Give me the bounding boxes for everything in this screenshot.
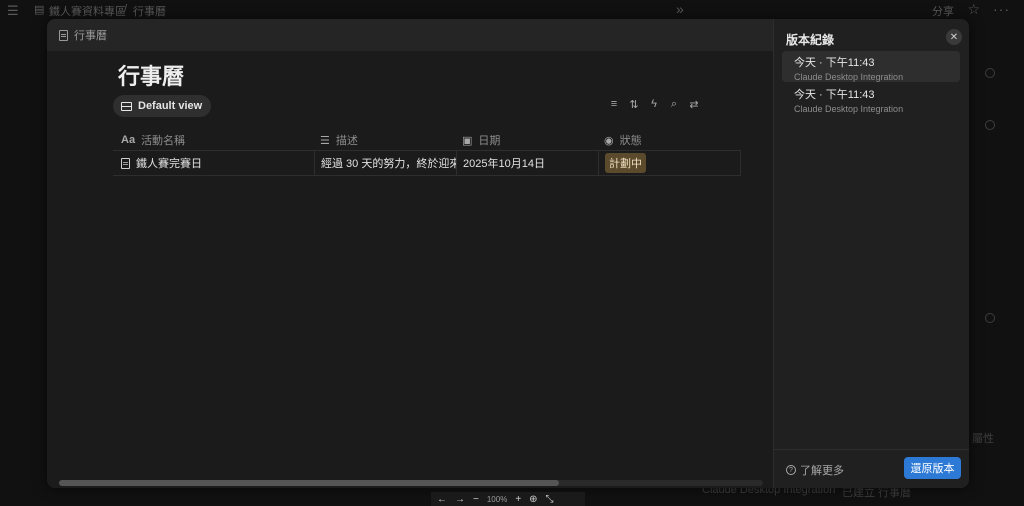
breadcrumb-parent[interactable]: 鐵人賽資料專區 [49, 3, 126, 19]
version-history-modal: 行事曆 行事曆 Default view ≡ ⇅ ϟ ⌕ ⇄ Aa 活動名稱 ☰… [47, 19, 969, 488]
zoom-in-icon[interactable]: + [515, 494, 521, 505]
version-source: Claude Desktop Integration [794, 104, 904, 114]
star-icon[interactable]: ☆ [967, 1, 980, 18]
page-title: 行事曆 [118, 64, 185, 89]
version-item[interactable]: 今天 · 下午11:43 Claude Desktop Integration [782, 83, 960, 114]
version-history-panel: 版本紀錄 ✕ 今天 · 下午11:43 Claude Desktop Integ… [773, 19, 969, 488]
column-header-name[interactable]: Aa 活動名稱 [121, 131, 185, 149]
collapse-icon[interactable]: ⤡ [546, 494, 554, 505]
cell-name[interactable]: 鐵人賽完賽日 [113, 151, 315, 175]
status-icon: ◉ [604, 134, 614, 147]
modal-header: 行事曆 [47, 19, 773, 51]
settings-icon[interactable]: ⇄ [688, 98, 700, 111]
version-source: Claude Desktop Integration [794, 72, 904, 82]
forward-arrow-icon[interactable]: → [455, 494, 465, 505]
share-button[interactable]: 分享 [932, 3, 954, 19]
help-icon: ? [786, 465, 796, 475]
version-item[interactable]: 今天 · 下午11:43 Claude Desktop Integration [782, 51, 960, 82]
page-icon [59, 29, 68, 41]
default-view-tab[interactable]: Default view [113, 95, 212, 117]
view-toolbar: ≡ ⇅ ϟ ⌕ ⇄ [608, 98, 700, 111]
menu-icon[interactable]: ☰ [7, 3, 19, 19]
version-time: 今天 · 下午11:43 [794, 57, 875, 69]
table-icon [121, 101, 132, 111]
zoom-out-icon[interactable]: − [473, 494, 479, 505]
zoom-level: 100% [486, 494, 508, 504]
automation-icon[interactable]: ϟ [648, 98, 660, 111]
cell-status[interactable]: 計劃中 [599, 151, 741, 175]
column-header-status[interactable]: ◉ 狀態 [604, 131, 642, 149]
page-icon [121, 157, 130, 169]
cell-description[interactable]: 經過 30 天的努力，終於迎來鐵 [315, 151, 457, 175]
scrollbar-thumb[interactable] [59, 480, 559, 486]
background-topbar: ☰ ▤ 鐵人賽資料專區 / 行事曆 » 分享 ☆ ··· [7, 1, 1010, 19]
history-icon [985, 68, 995, 78]
properties-label: 屬性 [972, 433, 994, 445]
zoom-fit-icon[interactable]: ⊕ [529, 494, 537, 505]
history-icon [985, 120, 995, 130]
text-aa-icon: Aa [121, 134, 136, 146]
horizontal-scrollbar[interactable] [59, 480, 763, 486]
version-time: 今天 · 下午11:43 [794, 89, 875, 101]
restore-version-button[interactable]: 還原版本 [904, 457, 961, 479]
close-icon[interactable]: ✕ [946, 29, 962, 45]
calendar-icon: ▣ [462, 134, 473, 147]
learn-more-link[interactable]: ? 了解更多 [786, 462, 844, 478]
search-icon[interactable]: ⌕ [668, 98, 680, 111]
divider [774, 449, 969, 450]
breadcrumb-current[interactable]: 行事曆 [133, 3, 166, 19]
page-preview: 行事曆 Default view ≡ ⇅ ϟ ⌕ ⇄ Aa 活動名稱 ☰ 描述 … [47, 51, 773, 488]
panel-title: 版本紀錄 [786, 33, 835, 47]
sort-icon[interactable]: ⇅ [628, 98, 640, 111]
text-lines-icon: ☰ [320, 134, 330, 147]
zoom-bar: ← → − 100% + ⊕ ⤡ [431, 492, 585, 506]
filter-icon[interactable]: ≡ [608, 98, 620, 111]
double-chevron-icon[interactable]: » [676, 1, 684, 17]
database-icon: ▤ [34, 4, 45, 16]
more-icon[interactable]: ··· [993, 1, 1010, 17]
back-arrow-icon[interactable]: ← [437, 494, 447, 505]
status-badge: 計劃中 [605, 153, 646, 173]
column-header-description[interactable]: ☰ 描述 [320, 131, 358, 149]
history-icon [985, 313, 995, 323]
view-label: Default view [138, 100, 203, 112]
table-row[interactable]: 鐵人賽完賽日 經過 30 天的努力，終於迎來鐵 2025年10月14日 計劃中 [113, 150, 741, 176]
cell-date[interactable]: 2025年10月14日 [457, 151, 599, 175]
modal-header-title: 行事曆 [74, 30, 107, 42]
column-header-date[interactable]: ▣ 日期 [462, 131, 500, 149]
